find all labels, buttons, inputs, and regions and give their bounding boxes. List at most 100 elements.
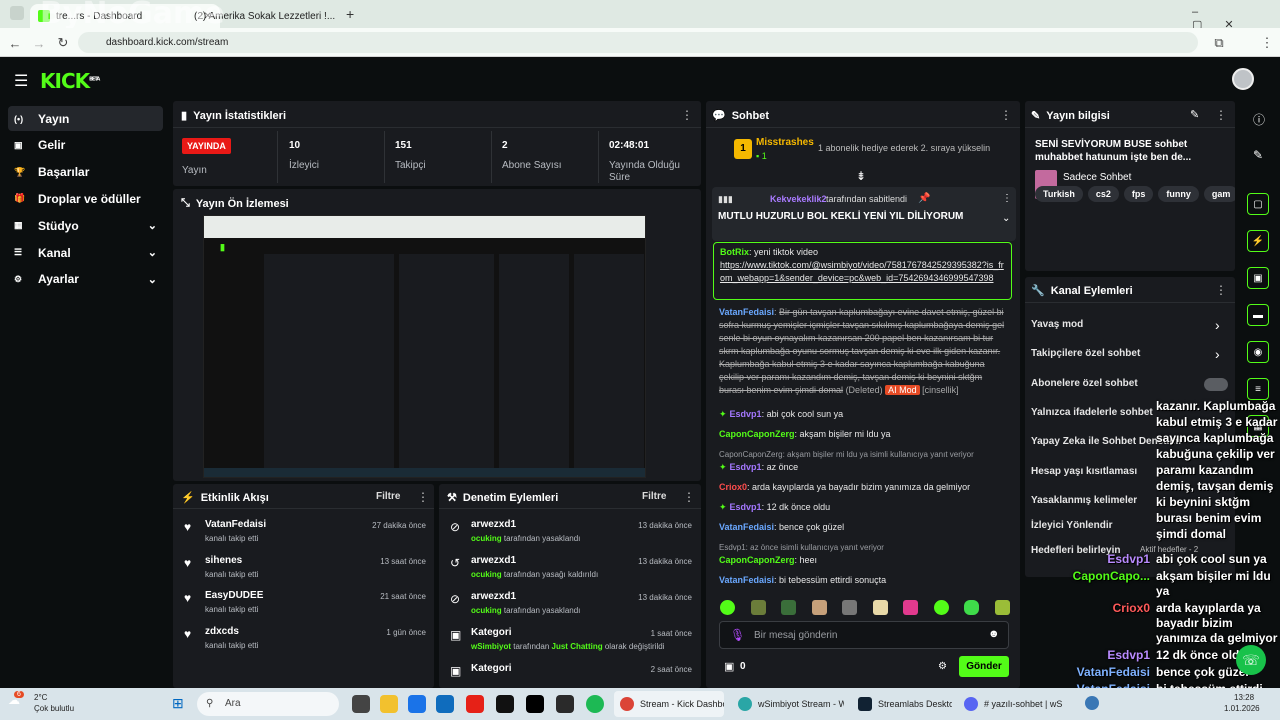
emote-icon[interactable] [994, 600, 1010, 615]
bolt-icon[interactable]: ⚡ [1247, 230, 1269, 252]
chat-username[interactable]: VatanFedaisi [719, 522, 774, 532]
emote-icon[interactable] [903, 600, 919, 615]
sidebar-item[interactable]: ▦ Stüdyo ⌄ [8, 213, 163, 238]
channel-action-item[interactable]: Yalnızca ifadelerle sohbet [1031, 407, 1153, 418]
extensions-icon[interactable]: ⧉ [1210, 34, 1228, 52]
moderator-name[interactable]: ocuking [471, 534, 502, 543]
kebab-icon[interactable]: ⋮ [683, 490, 695, 504]
gift-icon[interactable]: ▣ [1247, 267, 1269, 289]
moderator-name[interactable]: wSimbiyot [471, 642, 511, 651]
emote-icon[interactable] [811, 600, 827, 615]
bot-link[interactable]: https://www.tiktok.com/@wsimbiyot/video/… [720, 259, 1005, 285]
windows-start-icon[interactable]: ⊞ [172, 695, 184, 712]
activity-user[interactable]: sihenes [205, 555, 242, 566]
moderation-target[interactable]: Kategori [471, 627, 512, 638]
chat-username[interactable]: CaponCaponZerg [719, 429, 795, 439]
url-input[interactable]: dashboard.kick.com/stream [78, 32, 1198, 53]
avatar[interactable] [1232, 68, 1254, 90]
info-icon[interactable]: ⓘ [1253, 111, 1265, 128]
channel-action-item[interactable]: Abonelere özel sohbet [1031, 378, 1138, 389]
chat-icon[interactable]: ▬ [1247, 304, 1269, 326]
kebab-icon[interactable]: ⋮ [681, 108, 693, 122]
moderation-target[interactable]: arwezxd1 [471, 519, 516, 530]
back-icon[interactable]: ← [6, 34, 24, 52]
chevron-right-icon[interactable]: › [1215, 317, 1220, 333]
channel-action-item[interactable]: Hesap yaşı kısıtlaması [1031, 466, 1137, 477]
gift-leader-name[interactable]: Misstrashes [756, 137, 814, 148]
sidebar-item[interactable]: ▣ Gelir [8, 133, 163, 158]
kebab-icon[interactable]: ⋮ [1215, 108, 1227, 122]
youtube-icon[interactable] [466, 695, 484, 713]
send-button[interactable]: Gönder [959, 656, 1009, 677]
filter-button[interactable]: Filtre [376, 491, 400, 502]
app-icon[interactable] [436, 695, 454, 713]
pin-icon[interactable]: 📌 [918, 193, 930, 204]
task-view-icon[interactable] [352, 695, 370, 713]
filter-button[interactable]: Filtre [642, 491, 666, 502]
channel-action-item[interactable]: İzleyici Yönlendir [1031, 520, 1113, 531]
kebab-icon[interactable]: ⋮ [1002, 193, 1012, 204]
moderator-name[interactable]: ocuking [471, 570, 502, 579]
channel-action-item[interactable]: Yavaş mod [1031, 319, 1083, 330]
taskbar-app-chrome[interactable]: Stream - Kick Dashboar [614, 691, 724, 717]
taskbar-search[interactable]: ⚲ Ara [197, 692, 339, 716]
taskbar-app-edge[interactable]: wSimbiyot Stream - Wa [732, 691, 844, 717]
emote-icon[interactable] [872, 600, 888, 615]
support-icon[interactable]: ☏ [1236, 645, 1266, 675]
tray-icon[interactable] [1085, 696, 1099, 710]
taskbar-app-streamlabs[interactable]: Streamlabs Desktop [852, 691, 952, 717]
emote-icon[interactable] [720, 600, 735, 615]
hamburger-icon[interactable]: ☰ [14, 71, 28, 91]
app-icon[interactable] [496, 695, 514, 713]
sidebar-item[interactable]: 🎁 Droplar ve ödüller [8, 186, 163, 211]
mail-icon[interactable] [408, 695, 426, 713]
emote-icon[interactable] [933, 600, 949, 615]
emote-icon[interactable] [750, 600, 766, 615]
chat-input[interactable]: 🎙 Bir mesaj gönderin ☻ [719, 621, 1009, 649]
new-tab-button[interactable]: + [346, 6, 354, 22]
reload-icon[interactable]: ↻ [54, 34, 72, 52]
app-icon[interactable] [556, 695, 574, 713]
chevron-right-icon[interactable]: › [1215, 346, 1220, 362]
kebab-icon[interactable]: ⋮ [417, 490, 429, 504]
list-icon[interactable]: ≡ [1247, 378, 1269, 400]
tag-chip[interactable]: funny [1158, 186, 1199, 202]
toggle-switch[interactable] [1204, 378, 1228, 391]
taskbar-app-discord[interactable]: # yazılı-sohbet | wS [958, 691, 1072, 717]
tab-menu-icon[interactable] [10, 6, 24, 20]
file-explorer-icon[interactable] [380, 695, 398, 713]
stream-preview-video[interactable]: ▮ [203, 215, 646, 478]
chat-username[interactable]: Esdvp1 [730, 502, 762, 512]
kebab-icon[interactable]: ⋮ [1215, 283, 1227, 297]
moderator-name[interactable]: ocuking [471, 606, 502, 615]
tag-chip[interactable]: fps [1123, 186, 1154, 202]
spotify-icon[interactable] [586, 695, 604, 713]
emoji-icon[interactable]: ☻ [988, 628, 1000, 640]
mic-icon[interactable]: 🎙 [730, 628, 745, 642]
pinned-user[interactable]: Kekvekeklik2 [770, 194, 827, 204]
camera-icon[interactable]: ▢ [1247, 193, 1269, 215]
activity-user[interactable]: EasyDUDEE [205, 590, 263, 601]
sidebar-item[interactable]: (•) Yayın [8, 106, 163, 131]
tiktok-icon[interactable] [526, 695, 544, 713]
chat-username[interactable]: Esdvp1 [730, 409, 762, 419]
bot-user[interactable]: BotRix [720, 247, 749, 257]
tag-chip[interactable]: gam [1203, 186, 1235, 202]
edit-icon[interactable]: ✎ [1190, 108, 1199, 121]
points-icon[interactable]: ▣ [724, 660, 734, 673]
forward-icon[interactable]: → [30, 34, 48, 52]
chat-username[interactable]: VatanFedaisi [719, 575, 774, 585]
tag-chip[interactable]: cs2 [1087, 186, 1119, 202]
activity-user[interactable]: zdxcds [205, 626, 239, 637]
moderation-target[interactable]: arwezxd1 [471, 591, 516, 602]
sidebar-item[interactable]: ☰ Kanal ⌄ [8, 240, 163, 265]
chevron-down-icon[interactable]: ⌄ [1002, 213, 1010, 224]
category-name[interactable]: Sadece Sohbet [1063, 172, 1131, 183]
emote-icon[interactable] [842, 600, 858, 615]
chat-username[interactable]: Criox0 [719, 482, 747, 492]
deleted-user[interactable]: VatanFedaisi [719, 307, 774, 317]
kick-logo[interactable]: KICKBETA [40, 69, 100, 93]
emote-icon[interactable] [781, 600, 797, 615]
menu-icon[interactable]: ⋮ [1258, 34, 1276, 52]
sidebar-item[interactable]: ⚙ Ayarlar ⌄ [8, 267, 163, 292]
